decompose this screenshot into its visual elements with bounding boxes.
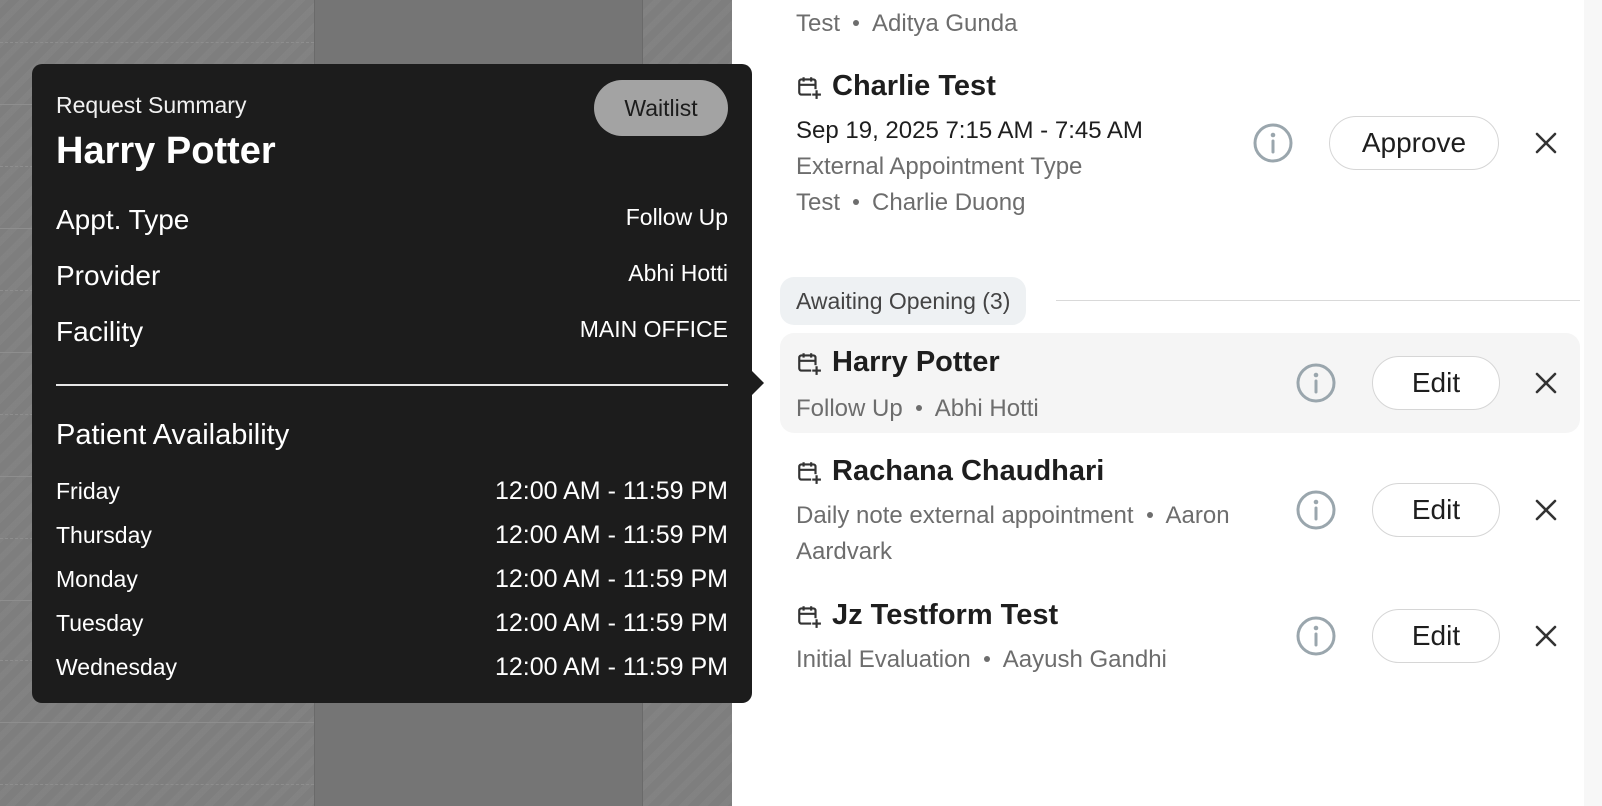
panel-scrollbar[interactable]: [1584, 0, 1602, 806]
section-awaiting-opening: Awaiting Opening (3): [780, 277, 1027, 325]
availability-day: Thursday: [56, 522, 152, 548]
item-type: Test: [796, 189, 841, 216]
availability-hours: 12:00 AM - 11:59 PM: [495, 565, 728, 593]
request-datetime: Sep 19, 2025 7:15 AM - 7:45 AM: [796, 117, 1143, 144]
item-type: Follow Up: [796, 395, 903, 422]
popover-kicker: Request Summary: [56, 92, 247, 118]
requests-panel: Test Aditya Gunda Charlie Test Sep 19, 20…: [732, 0, 1602, 806]
item-type: Initial Evaluation: [796, 646, 971, 673]
request-name: Jz Testform Test: [832, 599, 1059, 631]
separator-dot: [853, 19, 860, 26]
approve-button[interactable]: Approve: [1329, 116, 1499, 170]
info-icon[interactable]: [1295, 489, 1337, 531]
request-item-title[interactable]: Harry Potter: [796, 346, 1000, 379]
waitlist-status-button[interactable]: Waitlist: [594, 80, 728, 136]
item-provider: Abhi Hotti: [934, 395, 1039, 422]
availability-hours: 12:00 AM - 11:59 PM: [495, 653, 728, 681]
popover-patient-name: Harry Potter: [56, 130, 276, 172]
request-name: Rachana Chaudhari: [832, 455, 1105, 487]
calendar-plus-icon: [798, 461, 822, 485]
item-subline: Initial Evaluation Aayush Gandhi: [796, 646, 1167, 674]
availability-title: Patient Availability: [56, 419, 290, 451]
detail-value-appt-type: Follow Up: [625, 204, 728, 230]
item-subline: Test Charlie Duong: [796, 189, 1025, 217]
close-icon[interactable]: [1534, 498, 1558, 522]
calendar-plus-icon: [798, 76, 822, 100]
item-subline: Daily note external appointment Aaron: [796, 502, 1230, 530]
calendar-gridline: [0, 784, 314, 785]
info-icon[interactable]: [1295, 362, 1337, 404]
item-provider-continued: Aardvark: [796, 538, 893, 565]
info-icon[interactable]: [1252, 122, 1294, 164]
close-icon[interactable]: [1534, 371, 1558, 395]
detail-value-facility: MAIN OFFICE: [579, 316, 728, 342]
item-provider: Charlie Duong: [872, 189, 1026, 216]
availability-hours: 12:00 AM - 11:59 PM: [495, 477, 728, 505]
item-provider: Aaron: [1165, 502, 1230, 529]
edit-button[interactable]: Edit: [1372, 356, 1500, 410]
separator-dot: [1146, 511, 1153, 518]
detail-label-appt-type: Appt. Type: [56, 204, 190, 235]
request-item-title[interactable]: Rachana Chaudhari: [796, 455, 1104, 488]
request-name: Charlie Test: [832, 70, 996, 102]
detail-label-facility: Facility: [56, 316, 144, 347]
calendar-gridline: [0, 42, 314, 43]
availability-hours: 12:00 AM - 11:59 PM: [495, 521, 728, 549]
item-type: Daily note external appointment: [796, 502, 1134, 529]
calendar-plus-icon: [798, 352, 822, 376]
request-summary-popover: Request Summary Harry Potter Waitlist Ap…: [32, 64, 752, 703]
close-icon[interactable]: [1534, 624, 1558, 648]
request-item-title[interactable]: Charlie Test: [796, 70, 996, 103]
detail-label-provider: Provider: [56, 260, 161, 291]
availability-day: Monday: [56, 566, 138, 592]
popover-divider: [56, 384, 728, 386]
edit-button[interactable]: Edit: [1372, 483, 1500, 537]
request-item-title[interactable]: Jz Testform Test: [796, 599, 1058, 632]
item-subline: Test Aditya Gunda: [796, 10, 1017, 38]
separator-dot: [915, 404, 922, 411]
request-appt-type: External Appointment Type: [796, 153, 1083, 180]
popover-pointer: [752, 371, 764, 395]
edit-button[interactable]: Edit: [1372, 609, 1500, 663]
availability-day: Tuesday: [56, 610, 144, 636]
availability-day: Friday: [56, 478, 120, 504]
item-subline: Follow Up Abhi Hotti: [796, 395, 1039, 423]
separator-dot: [853, 198, 860, 205]
separator-dot: [983, 655, 990, 662]
request-name: Harry Potter: [832, 346, 1000, 378]
detail-value-provider: Abhi Hotti: [628, 260, 728, 286]
item-provider: Aayush Gandhi: [1002, 646, 1167, 673]
info-icon[interactable]: [1295, 615, 1337, 657]
availability-hours: 12:00 AM - 11:59 PM: [495, 609, 728, 637]
item-type: Test: [796, 10, 841, 37]
section-divider: [1056, 300, 1580, 301]
calendar-gridline: [0, 722, 314, 723]
item-provider: Aditya Gunda: [872, 10, 1018, 37]
calendar-plus-icon: [798, 605, 822, 629]
availability-day: Wednesday: [56, 654, 178, 680]
close-icon[interactable]: [1534, 131, 1558, 155]
